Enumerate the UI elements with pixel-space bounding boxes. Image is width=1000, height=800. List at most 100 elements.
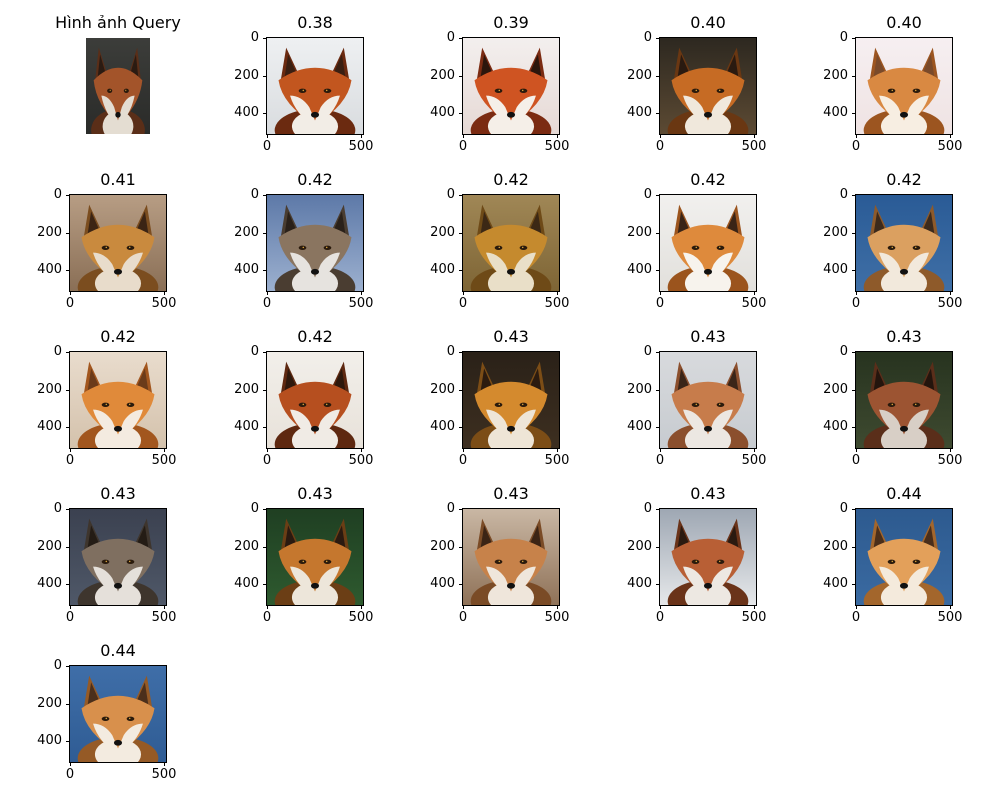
x-tick-label: 0 <box>851 296 861 311</box>
y-tick-label: 0 <box>53 501 62 516</box>
x-tick <box>267 134 268 138</box>
y-tick <box>66 547 70 548</box>
y-tick-label: 200 <box>430 539 455 554</box>
y-tick-label: 400 <box>823 576 848 591</box>
x-tick <box>950 605 951 609</box>
x-tick-label: 0 <box>851 139 861 154</box>
y-tick-label: 400 <box>430 262 455 277</box>
result-fox-image <box>855 37 953 135</box>
y-tick <box>852 76 856 77</box>
y-tick-label: 400 <box>823 419 848 434</box>
x-tick-label: 500 <box>937 296 963 311</box>
y-tick <box>852 427 856 428</box>
y-tick <box>459 584 463 585</box>
x-tick <box>463 605 464 609</box>
y-tick <box>66 233 70 234</box>
result-fox-image <box>266 37 364 135</box>
y-tick-label: 0 <box>53 187 62 202</box>
y-tick <box>263 390 267 391</box>
result-fox-image <box>659 194 757 292</box>
y-tick <box>66 666 70 667</box>
y-tick-label: 0 <box>250 30 259 45</box>
y-tick-label: 200 <box>823 68 848 83</box>
result-score: 0.43 <box>297 484 333 503</box>
y-tick <box>852 113 856 114</box>
y-tick-label: 200 <box>823 382 848 397</box>
x-tick <box>660 605 661 609</box>
y-tick-label: 0 <box>839 344 848 359</box>
y-tick <box>656 390 660 391</box>
x-tick <box>856 291 857 295</box>
result-fox-image <box>266 508 364 606</box>
y-tick-label: 400 <box>627 105 652 120</box>
y-tick-label: 400 <box>234 262 259 277</box>
y-tick <box>66 741 70 742</box>
x-tick-label: 500 <box>544 453 570 468</box>
result-fox-image <box>855 194 953 292</box>
x-tick-label: 0 <box>851 453 861 468</box>
y-tick <box>459 195 463 196</box>
y-tick-label: 0 <box>446 187 455 202</box>
y-tick <box>263 352 267 353</box>
y-tick <box>459 352 463 353</box>
y-tick-label: 0 <box>643 30 652 45</box>
y-tick <box>656 584 660 585</box>
y-tick <box>263 270 267 271</box>
x-tick <box>754 448 755 452</box>
x-tick <box>361 605 362 609</box>
y-tick <box>656 195 660 196</box>
y-tick <box>852 584 856 585</box>
x-tick-label: 0 <box>458 453 468 468</box>
y-tick-label: 0 <box>839 30 848 45</box>
x-tick-label: 500 <box>741 296 767 311</box>
y-tick <box>656 76 660 77</box>
y-tick-label: 400 <box>37 576 62 591</box>
query-title: Hình ảnh Query <box>55 13 181 32</box>
y-tick-label: 200 <box>37 225 62 240</box>
x-tick <box>950 134 951 138</box>
y-tick <box>263 76 267 77</box>
x-tick <box>856 134 857 138</box>
x-tick-label: 0 <box>262 453 272 468</box>
y-tick-label: 200 <box>234 382 259 397</box>
y-tick <box>656 38 660 39</box>
x-tick-label: 500 <box>544 139 570 154</box>
x-tick <box>754 134 755 138</box>
y-tick <box>66 390 70 391</box>
y-tick-label: 400 <box>234 576 259 591</box>
x-tick <box>70 605 71 609</box>
y-tick <box>66 195 70 196</box>
x-tick-label: 0 <box>262 296 272 311</box>
x-tick-label: 500 <box>544 610 570 625</box>
x-tick-label: 500 <box>544 296 570 311</box>
x-tick-label: 0 <box>655 139 665 154</box>
y-tick <box>66 704 70 705</box>
result-fox-image <box>266 351 364 449</box>
y-tick <box>459 509 463 510</box>
result-score: 0.42 <box>886 170 922 189</box>
y-tick-label: 200 <box>430 382 455 397</box>
y-tick-label: 200 <box>823 539 848 554</box>
result-fox-image <box>69 665 167 763</box>
y-tick-label: 0 <box>446 30 455 45</box>
x-tick <box>950 291 951 295</box>
x-tick <box>164 448 165 452</box>
x-tick-label: 0 <box>65 296 75 311</box>
x-tick <box>361 291 362 295</box>
y-tick <box>656 270 660 271</box>
y-tick <box>852 390 856 391</box>
y-tick <box>852 233 856 234</box>
y-tick <box>66 584 70 585</box>
x-tick <box>754 291 755 295</box>
y-tick <box>263 233 267 234</box>
x-tick-label: 500 <box>937 453 963 468</box>
y-tick <box>656 352 660 353</box>
y-tick-label: 400 <box>627 576 652 591</box>
x-tick <box>361 448 362 452</box>
y-tick-label: 200 <box>37 382 62 397</box>
x-tick-label: 500 <box>741 139 767 154</box>
x-tick-label: 500 <box>937 139 963 154</box>
y-tick <box>656 509 660 510</box>
result-score: 0.43 <box>690 484 726 503</box>
y-tick <box>66 270 70 271</box>
